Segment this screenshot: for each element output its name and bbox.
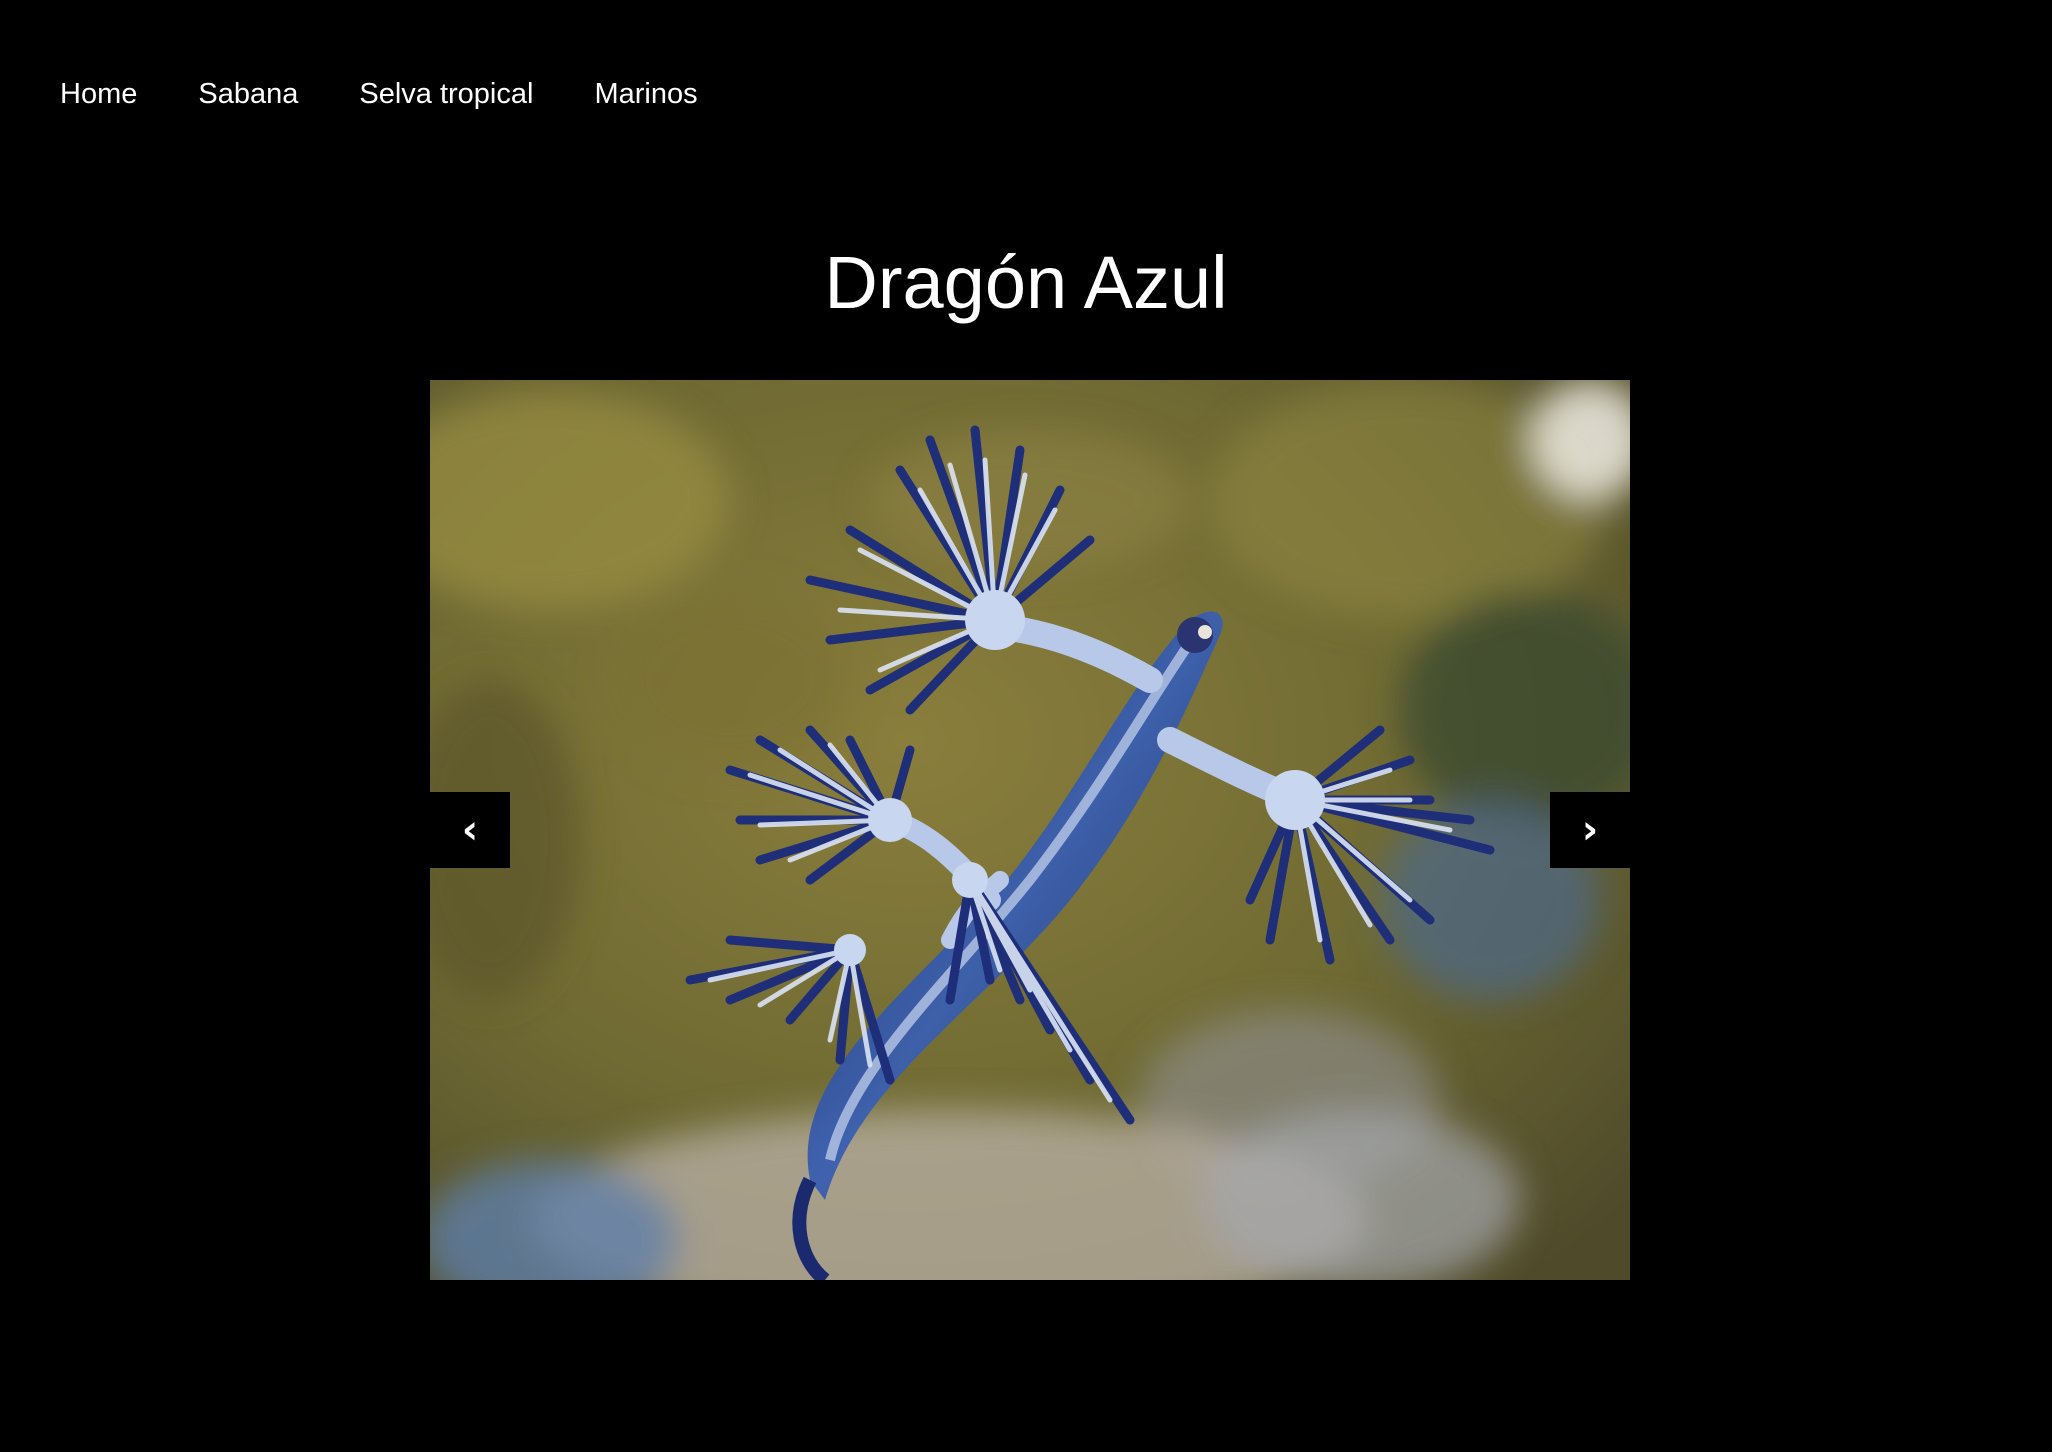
blue-dragon-photo bbox=[430, 380, 1630, 1280]
nav-link-home[interactable]: Home bbox=[60, 74, 137, 114]
image-carousel: ‹ › bbox=[430, 380, 1630, 1280]
nav-link-selva-tropical[interactable]: Selva tropical bbox=[359, 74, 533, 114]
page-title: Dragón Azul bbox=[824, 241, 1228, 324]
main-nav: Home Sabana Selva tropical Marinos bbox=[60, 74, 759, 114]
nav-link-marinos[interactable]: Marinos bbox=[594, 74, 697, 114]
carousel-next-button[interactable]: › bbox=[1550, 792, 1630, 868]
nav-link-sabana[interactable]: Sabana bbox=[198, 74, 298, 114]
carousel-prev-button[interactable]: ‹ bbox=[430, 792, 510, 868]
